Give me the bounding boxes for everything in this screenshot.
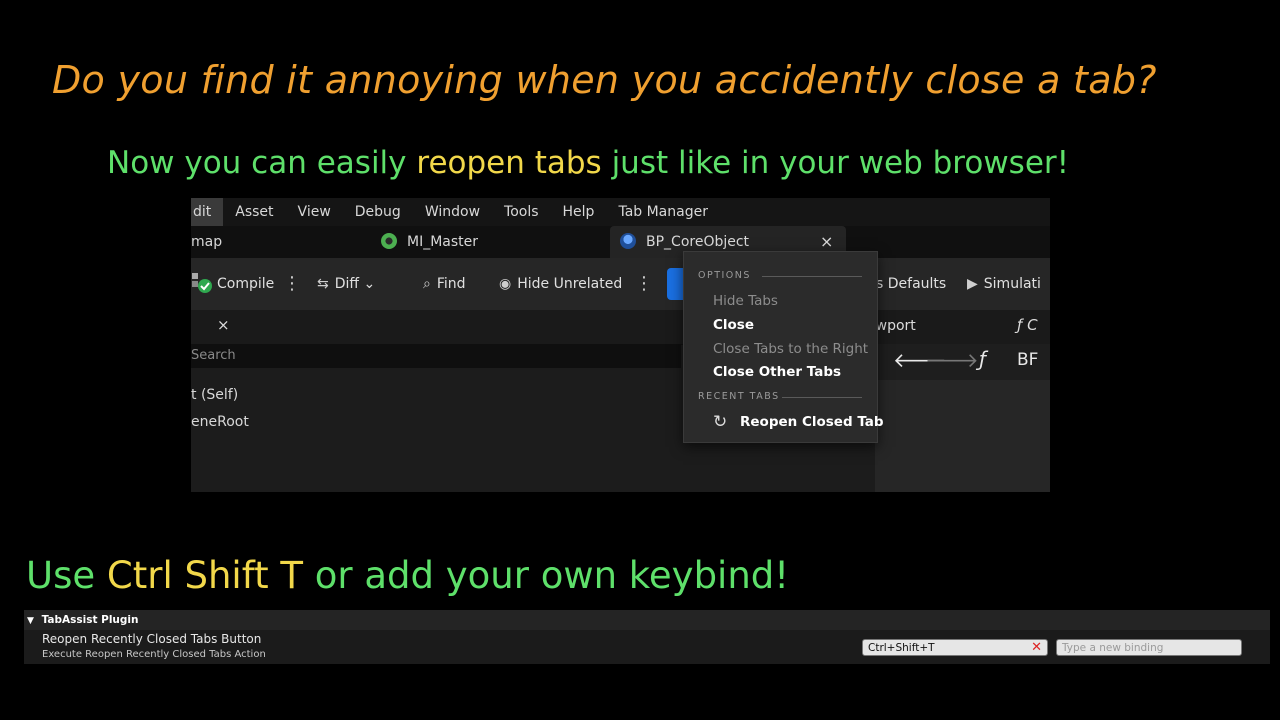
components-search-input[interactable]: Search (191, 344, 681, 368)
search-placeholder: Search (191, 348, 236, 363)
menu-tab-manager[interactable]: Tab Manager (606, 198, 720, 226)
options-divider (762, 276, 862, 277)
tab-mi-master[interactable]: MI_Master (381, 226, 478, 258)
menu-asset[interactable]: Asset (223, 198, 285, 226)
headline-text: Do you find it annoying when you acciden… (52, 58, 1157, 102)
find-label: Find (436, 276, 466, 292)
menu-bar: dit Asset View Debug Window Tools Help T… (191, 198, 1050, 226)
hide-unrelated-label: Hide Unrelated (517, 276, 623, 292)
simulation-icon: ▶ (967, 276, 978, 292)
recent-tabs-section-header: RECENT TABS (698, 391, 780, 402)
simulation-label: Simulati (983, 276, 1041, 292)
simulation-button[interactable]: ▶ Simulati (967, 258, 1041, 310)
compile-button[interactable]: Compile (191, 258, 274, 310)
new-binding-input[interactable]: Type a new binding (1056, 639, 1242, 656)
function-icon: ƒ (979, 347, 987, 371)
subline-text: Now you can easily reopen tabs just like… (107, 145, 1069, 181)
new-binding-placeholder: Type a new binding (1062, 642, 1164, 654)
menu-debug[interactable]: Debug (343, 198, 413, 226)
current-binding-value: Ctrl+Shift+T (868, 642, 935, 654)
function-tab[interactable]: ƒ C (1017, 316, 1038, 334)
hide-unrelated-button[interactable]: ◉ Hide Unrelated (499, 258, 622, 310)
options-section-header: OPTIONS (698, 270, 751, 281)
subline-highlight: reopen tabs (416, 145, 602, 181)
diff-label: Diff (334, 276, 360, 292)
menu-item-reopen-closed-tab[interactable]: Reopen Closed Tab (740, 414, 884, 430)
bottom-part1: Use (26, 554, 107, 597)
recent-divider (782, 397, 862, 398)
clear-binding-icon[interactable]: ✕ (1031, 639, 1042, 656)
menu-item-close-right[interactable]: Close Tabs to the Right (713, 341, 868, 357)
menu-item-close-other[interactable]: Close Other Tabs (713, 364, 841, 380)
keybinding-description: Execute Reopen Recently Closed Tabs Acti… (42, 649, 266, 660)
tree-item-sceneroot[interactable]: eneRoot (191, 414, 249, 430)
chevron-down-icon: ⌄ (359, 276, 376, 292)
keybinding-row: Reopen Recently Closed Tabs Button Execu… (24, 630, 1270, 664)
subline-part2: just like in your web browser! (601, 145, 1070, 181)
eye-icon: ◉ (499, 276, 512, 292)
bottom-caption: Use Ctrl Shift T or add your own keybind… (26, 554, 789, 597)
tree-item-self[interactable]: t (Self) (191, 387, 238, 403)
menu-tools[interactable]: Tools (492, 198, 551, 226)
tab-map[interactable]: map (191, 226, 222, 258)
forward-arrow-icon[interactable]: 🡒 (925, 348, 979, 372)
diff-icon: ⇆ (317, 276, 329, 292)
tab-mi-master-label: MI_Master (407, 234, 479, 250)
graph-breadcrumb[interactable]: BF (1017, 350, 1038, 370)
material-icon (381, 233, 397, 249)
blueprint-toolbar: Compile ⋮ ⇆ Diff ⌄ ⌕ Find ◉ Hide Unrelated … (191, 258, 1050, 310)
blueprint-icon (620, 233, 636, 249)
menu-help[interactable]: Help (551, 198, 607, 226)
menu-view[interactable]: View (286, 198, 343, 226)
find-button[interactable]: ⌕ Find (423, 258, 466, 310)
panel-header: × ewport ƒ C (191, 310, 1050, 345)
diff-button[interactable]: ⇆ Diff ⌄ (317, 258, 375, 310)
graph-nav-bar: 🡐 🡒 ƒ BF (875, 344, 1050, 380)
reopen-icon: ↻ (713, 412, 728, 432)
menu-item-hide-tabs[interactable]: Hide Tabs (713, 293, 778, 309)
bottom-highlight: Ctrl Shift T (106, 554, 303, 597)
find-icon: ⌕ (423, 276, 431, 292)
compile-label: Compile (217, 276, 275, 292)
bottom-part2: or add your own keybind! (302, 554, 790, 597)
class-defaults-button[interactable]: s Defaults (876, 258, 946, 310)
keybinding-section-header[interactable]: ▼ TabAssist Plugin (24, 610, 1270, 630)
keybinding-title: Reopen Recently Closed Tabs Button (42, 632, 262, 646)
menu-item-close[interactable]: Close (713, 317, 754, 333)
keybinding-section-label: TabAssist Plugin (41, 614, 139, 626)
editor-screenshot: dit Asset View Debug Window Tools Help T… (191, 198, 1050, 492)
menu-window[interactable]: Window (413, 198, 492, 226)
collapse-arrow-icon[interactable]: ▼ (27, 616, 34, 626)
tab-context-menu: OPTIONS Hide Tabs Close Close Tabs to th… (683, 251, 884, 443)
document-tab-bar: map MI_Master BP_CoreObject × (191, 226, 1050, 258)
function-icon: ƒ (1017, 316, 1028, 334)
function-tab-label: C (1027, 316, 1038, 334)
current-binding-field[interactable]: Ctrl+Shift+T ✕ (862, 639, 1048, 656)
menu-edit[interactable]: dit (191, 198, 224, 226)
tab-map-label: map (191, 234, 223, 250)
subline-part1: Now you can easily (107, 145, 417, 181)
class-defaults-label: s Defaults (876, 276, 947, 292)
panel-close-icon[interactable]: × (217, 316, 230, 334)
compile-check-icon (192, 273, 212, 293)
tab-bp-coreobject-label: BP_CoreObject (646, 234, 750, 250)
compile-options-kebab-icon[interactable]: ⋮ (283, 258, 301, 310)
hide-unrelated-kebab-icon[interactable]: ⋮ (635, 258, 653, 310)
